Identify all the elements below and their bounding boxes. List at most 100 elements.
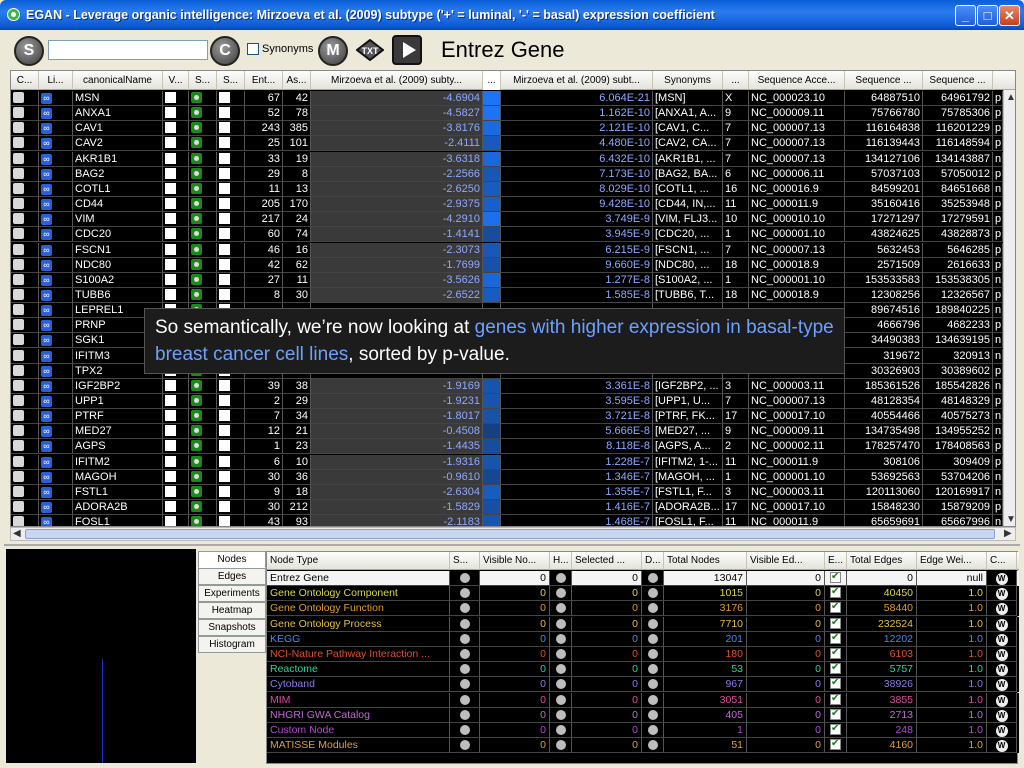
- weight-icon[interactable]: W: [995, 633, 1008, 646]
- table-row[interactable]: ∞ FSTL1 9 18 -2.6304 1.355E-7 [FSTL1, F... 3 NC_…: [11, 484, 1015, 500]
- visible-checkbox[interactable]: [165, 107, 176, 119]
- node-column-header[interactable]: Visible No...: [480, 552, 550, 570]
- weight-icon[interactable]: W: [995, 664, 1008, 677]
- column-header[interactable]: S...: [217, 71, 245, 90]
- edges-checkbox[interactable]: [830, 738, 841, 751]
- color-swatch-icon[interactable]: [13, 152, 24, 164]
- weight-icon[interactable]: W: [995, 694, 1008, 707]
- color-swatch-icon[interactable]: [13, 304, 24, 316]
- node-type-row[interactable]: NCI-Nature Pathway Interaction ... 0 0 180 0…: [267, 647, 1019, 662]
- node-column-header[interactable]: H...: [550, 552, 572, 570]
- table-row[interactable]: ∞ MSN 67 42 -4.6904 6.064E-21 [MSN] X NC_000023.…: [11, 91, 1015, 106]
- table-row[interactable]: ∞ IGF2BP2 39 38 -1.9169 3.361E-8 [IGF2BP2, ...…: [11, 378, 1015, 394]
- color-swatch-icon[interactable]: [13, 485, 24, 497]
- select-checkbox[interactable]: [219, 379, 230, 391]
- color-swatch-icon[interactable]: [13, 455, 24, 467]
- color-swatch-icon[interactable]: [13, 334, 24, 346]
- color-swatch-icon[interactable]: [13, 137, 24, 149]
- shape-dot-icon[interactable]: [459, 679, 470, 690]
- link-icon[interactable]: ∞: [41, 289, 52, 301]
- node-type-row[interactable]: MIM003051038551.0W: [267, 692, 1019, 708]
- shape-dot-icon[interactable]: [459, 588, 470, 599]
- edges-checkbox[interactable]: [830, 617, 841, 630]
- table-row[interactable]: ∞ CAV1 243 385 -3.8176 2.121E-10 [CAV1, C... 7 N…: [11, 121, 1015, 137]
- node-type-row[interactable]: Gene Ontology Process00771002325241.0W: [267, 616, 1019, 632]
- color-swatch-icon[interactable]: [13, 213, 24, 225]
- scroll-left-icon[interactable]: ◀: [13, 528, 21, 539]
- tab-edges[interactable]: Edges: [198, 568, 266, 585]
- select-checkbox[interactable]: [219, 395, 230, 406]
- color-swatch-icon[interactable]: [13, 228, 24, 240]
- node-type-row[interactable]: MATISSE Modules0051041601.0W: [267, 738, 1019, 754]
- display-dot-icon[interactable]: [647, 573, 658, 583]
- color-swatch-icon[interactable]: [13, 516, 24, 526]
- txt-button[interactable]: TXT: [355, 38, 385, 62]
- color-swatch-icon[interactable]: [13, 349, 24, 361]
- hide-dot-icon[interactable]: [555, 618, 566, 629]
- visible-checkbox[interactable]: [165, 485, 176, 497]
- table-row[interactable]: ∞ ANXA1 52 78 -4.5827 1.162E-10 [ANXA1, A... 9 N…: [11, 106, 1015, 122]
- node-type-row[interactable]: Cytoband009670389261.0W: [267, 677, 1019, 693]
- color-swatch-icon[interactable]: [13, 364, 24, 376]
- table-row[interactable]: ∞ PTRF 7 34 -1.8017 3.721E-8 [PTRF, FK... 17 NC_…: [11, 409, 1015, 425]
- select-checkbox[interactable]: [219, 425, 230, 437]
- shape-dot-icon[interactable]: [459, 633, 470, 644]
- synonyms-checkbox[interactable]: [247, 43, 259, 55]
- visible-checkbox[interactable]: [165, 198, 176, 210]
- edges-checkbox[interactable]: [830, 723, 841, 736]
- display-dot-icon[interactable]: [647, 603, 658, 614]
- color-swatch-icon[interactable]: [13, 182, 24, 194]
- weight-icon[interactable]: W: [995, 649, 1008, 661]
- select-checkbox[interactable]: [219, 273, 230, 285]
- table-row[interactable]: ∞ MAGOH 30 36 -0.9610 1.346E-7 [MAGOH, ... 1 NC_…: [11, 469, 1015, 485]
- node-column-header[interactable]: Edge Wei...: [917, 552, 987, 570]
- weight-icon[interactable]: W: [995, 573, 1008, 585]
- node-type-row[interactable]: NHGRI GWA Catalog00405027131.0W: [267, 707, 1019, 723]
- color-swatch-icon[interactable]: [13, 198, 24, 210]
- table-row[interactable]: ∞ MED27 12 21 -0.4508 5.666E-8 [MED27, ... 9 NC_…: [11, 424, 1015, 440]
- edges-checkbox[interactable]: [830, 586, 841, 599]
- link-icon[interactable]: ∞: [41, 259, 52, 271]
- hide-dot-icon[interactable]: [555, 649, 566, 659]
- visible-checkbox[interactable]: [165, 152, 176, 164]
- table-row[interactable]: ∞ COTL1 11 13 -2.6250 8.029E-10 [COTL1, ... 16 N…: [11, 181, 1015, 197]
- link-icon[interactable]: ∞: [41, 274, 52, 286]
- link-icon[interactable]: ∞: [41, 244, 52, 256]
- link-icon[interactable]: ∞: [41, 108, 52, 120]
- link-icon[interactable]: ∞: [41, 168, 52, 180]
- shape-dot-icon[interactable]: [459, 603, 470, 614]
- hide-dot-icon[interactable]: [555, 588, 566, 599]
- table-row[interactable]: ∞ CD44 205 170 -2.9375 9.428E-10 [CD44, IN,...…: [11, 197, 1015, 213]
- display-dot-icon[interactable]: [647, 694, 658, 705]
- color-swatch-icon[interactable]: [13, 501, 24, 513]
- display-dot-icon[interactable]: [647, 664, 658, 675]
- visible-checkbox[interactable]: [165, 395, 176, 406]
- node-type-row[interactable]: KEGG002010122021.0W: [267, 631, 1019, 647]
- table-row[interactable]: ∞ BAG2 29 8 -2.2566 7.173E-10 [BAG2, BA... 6 NC_…: [11, 166, 1015, 182]
- color-swatch-icon[interactable]: [13, 425, 24, 437]
- select-checkbox[interactable]: [219, 455, 230, 467]
- hide-dot-icon[interactable]: [555, 725, 566, 735]
- tab-heatmap[interactable]: Heatmap: [198, 602, 266, 619]
- search-input[interactable]: [48, 40, 208, 60]
- node-column-header[interactable]: Visible Ed...: [747, 552, 825, 570]
- column-header[interactable]: Synonyms: [653, 71, 723, 90]
- display-dot-icon[interactable]: [647, 618, 658, 629]
- visible-checkbox[interactable]: [165, 470, 176, 482]
- link-icon[interactable]: ∞: [41, 335, 52, 347]
- column-header[interactable]: C...: [11, 71, 39, 90]
- node-column-header[interactable]: Selected ...: [572, 552, 642, 570]
- select-checkbox[interactable]: [219, 410, 230, 422]
- color-swatch-icon[interactable]: [13, 288, 24, 300]
- color-swatch-icon[interactable]: [13, 440, 24, 452]
- tab-nodes[interactable]: Nodes: [198, 551, 266, 568]
- column-header[interactable]: Li...: [39, 71, 73, 90]
- color-swatch-icon[interactable]: [13, 273, 24, 285]
- link-icon[interactable]: ∞: [41, 517, 52, 526]
- visible-checkbox[interactable]: [165, 92, 176, 103]
- title-bar[interactable]: EGAN - Leverage organic intelligence: Mi…: [0, 0, 1024, 30]
- weight-icon[interactable]: W: [995, 588, 1008, 601]
- hide-dot-icon[interactable]: [555, 603, 566, 614]
- visible-checkbox[interactable]: [165, 288, 176, 300]
- maximize-button[interactable]: □: [977, 5, 998, 26]
